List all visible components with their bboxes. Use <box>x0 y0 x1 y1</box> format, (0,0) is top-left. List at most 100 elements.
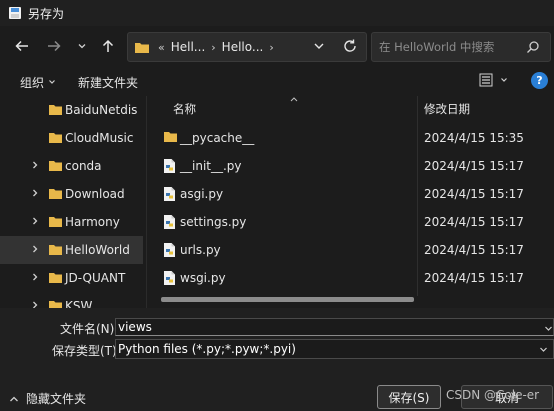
file-modified-date: 2024/4/15 15:17 <box>424 215 524 229</box>
horizontal-scrollbar-thumb[interactable] <box>161 297 414 302</box>
sidebar-item[interactable]: Download <box>0 180 143 208</box>
sidebar-item[interactable]: conda <box>0 152 143 180</box>
sidebar-item-label: Download <box>65 187 125 201</box>
refresh-icon[interactable] <box>342 38 358 54</box>
file-name: asgi.py <box>180 187 224 201</box>
sidebar-item-label: JD-QUANT <box>65 271 126 285</box>
python-file-icon <box>164 187 175 201</box>
filetype-label: 保存类型(T): <box>52 344 121 358</box>
folder-icon <box>49 273 62 283</box>
python-file-icon <box>164 243 175 257</box>
file-modified-date: 2024/4/15 15:17 <box>424 243 524 257</box>
python-file-icon <box>164 215 175 229</box>
navigation-pane: KSW JD-QUANT HelloWorld Harmony Download cond… <box>0 96 143 308</box>
title-bar: 另存为 <box>0 0 554 26</box>
save-dialog-icon <box>9 7 21 19</box>
arrow-up-icon <box>102 39 114 52</box>
filename-input[interactable] <box>115 318 554 336</box>
organize-button[interactable]: 组织 <box>20 74 44 91</box>
chevron-right-icon[interactable] <box>30 244 40 254</box>
sort-ascending-icon <box>290 97 298 102</box>
sidebar-item-label: KSW <box>65 299 93 308</box>
save-form: 文件名(N): 保存类型(T): Python files (*.py;*.py… <box>0 308 554 411</box>
search-input[interactable] <box>379 40 519 54</box>
sidebar-item[interactable]: BaiduNetdis <box>0 96 143 124</box>
folder-icon <box>49 189 62 199</box>
address-bar[interactable]: « Hell... › Hello... › <box>127 32 367 62</box>
recent-locations-button[interactable] <box>70 34 94 58</box>
sidebar-item-label: Harmony <box>65 215 120 229</box>
file-row[interactable]: __pycache__ 2024/4/15 15:35 <box>147 124 554 152</box>
sidebar-item[interactable]: HelloWorld <box>0 236 143 264</box>
arrow-right-icon <box>48 40 61 52</box>
column-header-name[interactable]: 名称 <box>173 96 196 122</box>
sidebar-item[interactable]: Harmony <box>0 208 143 236</box>
command-bar: 组织 新建文件夹 ? <box>0 66 554 96</box>
sidebar-item[interactable]: JD-QUANT <box>0 264 143 292</box>
sidebar-item-label: HelloWorld <box>65 243 130 257</box>
breadcrumb-separator[interactable]: › <box>211 41 215 54</box>
chevron-right-icon[interactable] <box>30 188 40 198</box>
search-icon[interactable] <box>526 40 540 54</box>
save-button[interactable]: 保存(S) <box>377 385 441 409</box>
chevron-right-icon[interactable] <box>30 160 40 170</box>
file-row[interactable]: urls.py 2024/4/15 15:17 <box>147 236 554 264</box>
file-modified-date: 2024/4/15 15:17 <box>424 271 524 285</box>
forward-button[interactable] <box>42 34 66 58</box>
folder-icon <box>49 301 62 308</box>
window-title: 另存为 <box>28 6 65 21</box>
sidebar-item[interactable]: CloudMusic <box>0 124 143 152</box>
file-list: 名称 修改日期 __pycache__ 2024/4/15 15:35 __init… <box>147 96 554 308</box>
file-row[interactable]: asgi.py 2024/4/15 15:17 <box>147 180 554 208</box>
chevron-down-icon <box>501 78 507 82</box>
breadcrumb-item[interactable]: Hell... <box>171 40 206 54</box>
breadcrumb-separator[interactable]: › <box>269 41 273 54</box>
file-name: wsgi.py <box>180 271 226 285</box>
column-header-modified[interactable]: 修改日期 <box>424 96 470 122</box>
file-row[interactable]: wsgi.py 2024/4/15 15:17 <box>147 264 554 292</box>
list-view-icon <box>479 73 493 87</box>
file-modified-date: 2024/4/15 15:17 <box>424 187 524 201</box>
folder-icon <box>49 245 62 255</box>
file-modified-date: 2024/4/15 15:35 <box>424 131 524 145</box>
hide-folders-toggle[interactable]: 隐藏文件夹 <box>8 390 86 407</box>
chevron-down-icon[interactable] <box>544 324 553 333</box>
file-name: __pycache__ <box>180 131 255 145</box>
sidebar-item[interactable]: KSW <box>0 292 143 308</box>
python-file-icon <box>164 271 175 285</box>
breadcrumb-overflow[interactable]: « <box>158 41 165 54</box>
back-button[interactable] <box>10 34 34 58</box>
chevron-down-icon[interactable] <box>312 39 326 53</box>
chevron-down-icon[interactable] <box>48 78 56 86</box>
chevron-down-icon <box>540 347 547 352</box>
filetype-selected-value: Python files (*.py;*.pyw;*.pyi) <box>118 342 296 356</box>
folder-icon <box>49 161 62 171</box>
view-options-button[interactable] <box>478 72 508 88</box>
sidebar-item-label: BaiduNetdis <box>65 103 138 117</box>
arrow-left-icon <box>15 40 28 52</box>
file-name: urls.py <box>180 243 221 257</box>
hide-folders-label: 隐藏文件夹 <box>26 392 87 406</box>
new-folder-button[interactable]: 新建文件夹 <box>78 74 138 91</box>
folder-icon <box>49 217 62 227</box>
sidebar-item-label: CloudMusic <box>65 131 134 145</box>
chevron-right-icon[interactable] <box>30 216 40 226</box>
navigation-bar: « Hell... › Hello... › <box>0 28 554 64</box>
chevron-right-icon[interactable] <box>30 300 40 308</box>
search-box[interactable] <box>371 32 551 62</box>
up-button[interactable] <box>96 34 120 58</box>
file-name: settings.py <box>180 215 247 229</box>
breadcrumb-item[interactable]: Hello... <box>222 40 264 54</box>
folder-icon <box>49 133 62 143</box>
chevron-right-icon[interactable] <box>30 272 40 282</box>
python-file-icon <box>164 159 175 173</box>
file-row[interactable]: __init__.py 2024/4/15 15:17 <box>147 152 554 180</box>
file-row[interactable]: settings.py 2024/4/15 15:17 <box>147 208 554 236</box>
chevron-up-icon <box>10 396 18 401</box>
filetype-select[interactable]: Python files (*.py;*.pyw;*.pyi) <box>115 339 554 359</box>
help-icon[interactable]: ? <box>531 72 548 89</box>
watermark-text: CSDN @Cole-er <box>446 388 540 402</box>
folder-icon <box>49 105 62 115</box>
file-modified-date: 2024/4/15 15:17 <box>424 159 524 173</box>
filename-label: 文件名(N): <box>60 322 119 336</box>
